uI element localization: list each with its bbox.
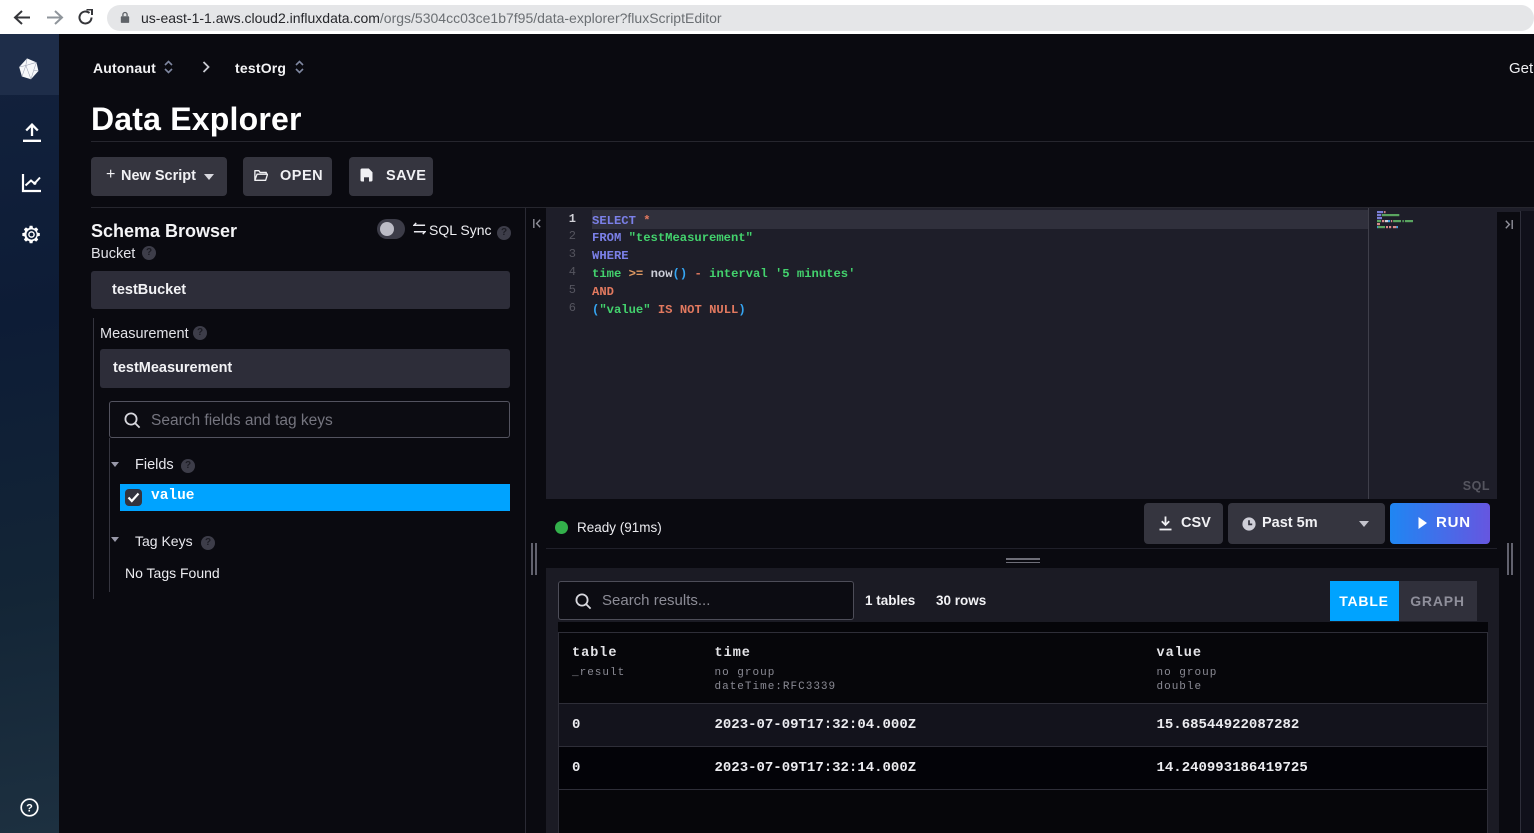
svg-text:?: ? <box>26 803 33 815</box>
